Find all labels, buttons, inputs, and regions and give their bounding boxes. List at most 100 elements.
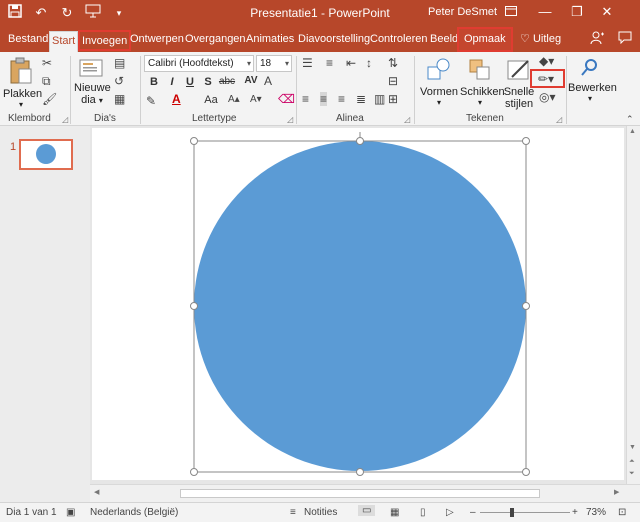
tab-beeld[interactable]: Beeld [428,30,460,50]
italic-button[interactable]: I [164,76,180,88]
underline-button[interactable]: U [182,76,198,88]
comments-icon[interactable] [616,31,634,51]
strikethrough-button[interactable]: abc [216,76,238,87]
shape-fill-icon[interactable]: ◆▾ [539,54,554,68]
tab-opmaak[interactable]: Opmaak [457,27,513,52]
prev-slide-icon[interactable]: ⏶ [629,458,635,466]
change-case-button[interactable]: Aa [200,94,222,106]
resize-handle[interactable] [356,468,364,476]
slide[interactable] [92,128,624,480]
resize-handle[interactable] [522,137,530,145]
editing-label: Bewerken [568,82,617,94]
scroll-down-icon[interactable]: ▼ [629,444,636,451]
tab-ontwerpen[interactable]: Ontwerpen [128,30,186,50]
font-size-select[interactable]: 18 ▾ [256,55,292,72]
align-right-icon[interactable]: ≡ [338,92,345,106]
shrink-font-icon[interactable]: A▾ [250,94,262,105]
collapse-ribbon-icon[interactable]: ⌃ [626,114,634,125]
rotation-handle[interactable] [356,137,364,145]
cut-icon[interactable]: ✂ [42,56,52,70]
restore-icon[interactable]: ❐ [566,2,588,22]
numbering-icon[interactable]: ≡ [326,56,333,70]
editing-button[interactable]: Bewerken ▾ [568,57,617,103]
resize-handle[interactable] [190,137,198,145]
zoom-level[interactable]: 73% [586,507,606,518]
next-slide-icon[interactable]: ⏷ [629,470,635,478]
ribbon-tabs: Bestand Start Invoegen Ontwerpen Overgan… [0,26,640,52]
format-painter-icon[interactable]: 🖌 [42,92,57,106]
normal-view-icon[interactable]: ▭ [358,505,376,516]
tab-start[interactable]: Start [49,31,79,52]
klembord-launcher-icon[interactable]: ◿ [62,115,68,124]
justify-icon[interactable]: ≣ [356,92,366,106]
resize-handle[interactable] [190,468,198,476]
shape-effects-icon[interactable]: ◎▾ [539,90,556,104]
layout-icon[interactable]: ▤ [114,56,125,70]
resize-handle[interactable] [522,468,530,476]
bold-button[interactable]: B [146,76,162,88]
resize-handle[interactable] [522,302,530,310]
horizontal-scroll-thumb[interactable] [180,489,540,498]
status-bar: Dia 1 van 1 ▣ Nederlands (België) ≡ Noti… [0,502,640,522]
scroll-up-icon[interactable]: ▲ [629,128,636,135]
zoom-slider[interactable] [480,512,570,513]
tab-overgangen[interactable]: Overgangen [183,30,248,50]
zoom-slider-thumb[interactable] [510,508,514,517]
tekenen-launcher-icon[interactable]: ◿ [556,115,562,124]
shadow-button[interactable]: S [200,76,216,88]
slide-sorter-icon[interactable]: ▦ [390,507,399,518]
highlight-icon[interactable]: ✎ [146,94,156,108]
clear-formatting-icon[interactable]: ⌫ [278,92,295,106]
slideshow-icon[interactable]: ▷ [446,507,454,518]
tab-invoegen[interactable]: Invoegen [77,30,132,51]
scroll-left-icon[interactable]: ◀ [94,488,99,496]
tab-diavoorstelling[interactable]: Diavoorstelling [296,30,372,50]
paste-button[interactable]: Plakken ▾ [3,57,42,109]
grow-font-icon[interactable]: A▴ [228,94,240,105]
minimize-icon[interactable]: — [534,2,556,22]
section-icon[interactable]: ▦ [114,92,125,106]
scroll-right-icon[interactable]: ▶ [614,488,619,496]
decrease-indent-icon[interactable]: ⇤ [346,56,356,70]
ribbon-display-icon[interactable] [500,2,522,22]
resize-handle[interactable] [190,302,198,310]
font-color-text-icon[interactable]: A [264,74,272,88]
copy-icon[interactable]: ⧉ [42,74,51,89]
smartart-icon[interactable]: ⊞ [388,92,398,106]
notes-button[interactable]: Notities [304,507,337,518]
alinea-launcher-icon[interactable]: ◿ [404,115,410,124]
lettertype-launcher-icon[interactable]: ◿ [287,115,293,124]
reset-icon[interactable]: ↺ [114,74,124,88]
align-left-icon[interactable]: ≡ [302,92,309,106]
reading-view-icon[interactable]: ▯ [420,507,426,518]
spelling-icon[interactable]: ▣ [66,507,75,518]
tab-animaties[interactable]: Animaties [244,30,296,50]
bullets-icon[interactable]: ☰ [302,56,313,70]
arrange-button[interactable]: Schikken ▾ [460,57,505,107]
circle-shape[interactable] [194,141,526,471]
user-name[interactable]: Peter DeSmet [428,6,497,18]
fit-to-window-icon[interactable]: ⊡ [618,507,626,518]
align-text-icon[interactable]: ⊟ [388,74,398,88]
zoom-in-icon[interactable]: + [572,507,578,518]
font-name-select[interactable]: Calibri (Hoofdtekst) ▾ [144,55,254,72]
vertical-scrollbar[interactable]: ▲ ▼ ⏶ ⏷ [626,126,640,484]
char-spacing-button[interactable]: AV [240,75,262,86]
notes-icon[interactable]: ≡ [290,507,296,518]
columns-icon[interactable]: ▥ [374,92,385,106]
slide-thumbnail[interactable] [19,139,73,170]
font-color-icon[interactable]: A [172,92,181,106]
tab-bestand[interactable]: Bestand [6,30,50,50]
tab-controleren[interactable]: Controleren [368,30,429,50]
text-direction-icon[interactable]: ⇅ [388,56,398,70]
close-icon[interactable]: ✕ [596,2,618,22]
line-spacing-icon[interactable]: ↕ [366,56,372,70]
shapes-button[interactable]: Vormen ▾ [420,57,458,107]
zoom-out-icon[interactable]: – [470,507,476,518]
new-slide-button[interactable]: Nieuwe dia ▾ [74,57,111,106]
language[interactable]: Nederlands (België) [90,507,178,518]
tab-uitleg[interactable]: ♡ Uitleg [518,30,563,50]
horizontal-scrollbar[interactable]: ◀ ▶ [90,484,640,502]
align-center-icon[interactable]: ≡ [320,92,328,106]
share-icon[interactable] [588,31,606,51]
